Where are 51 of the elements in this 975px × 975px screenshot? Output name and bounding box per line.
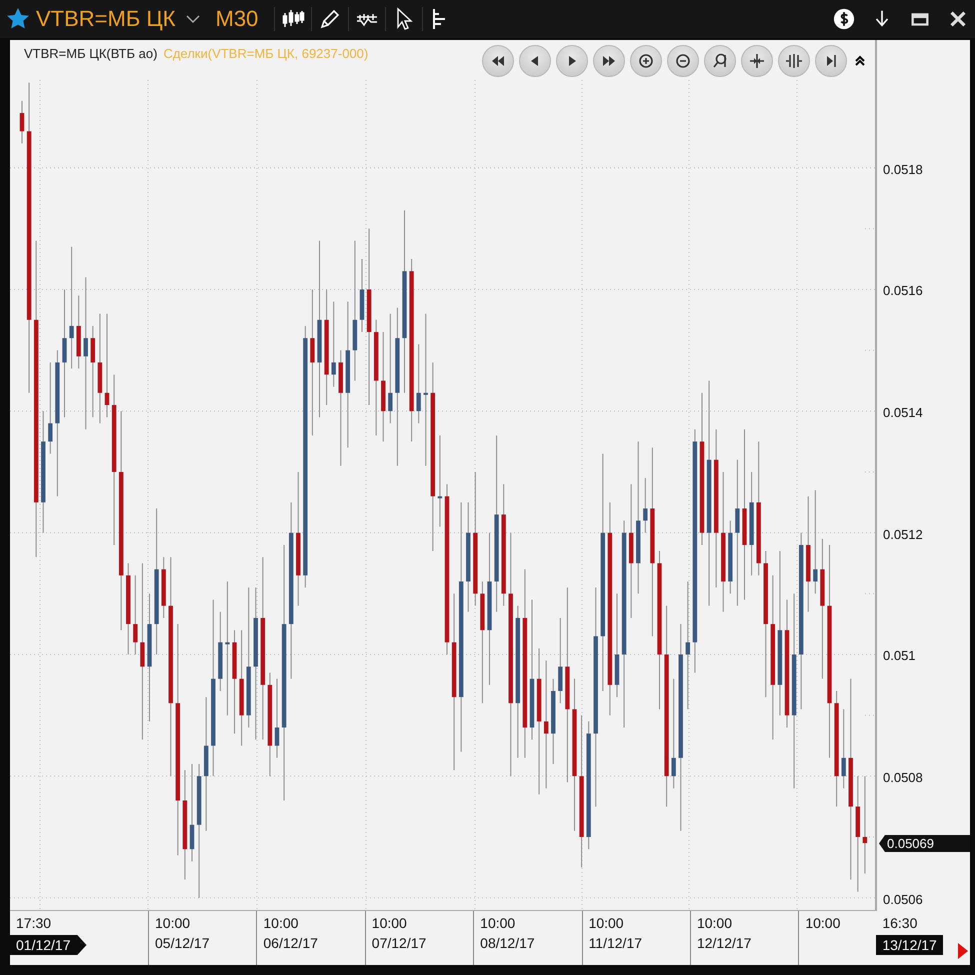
- price-label: 0.0516: [883, 283, 923, 298]
- time-label: 10:00: [480, 915, 516, 931]
- price-label: 0.051: [883, 648, 916, 664]
- date-label: 12/12/17: [696, 935, 752, 951]
- end-date-tag: 13/12/17: [876, 935, 943, 955]
- date-label: 05/12/17: [155, 935, 210, 951]
- timeframe-label[interactable]: M30: [216, 6, 258, 32]
- date-label: 06/12/17: [263, 935, 319, 951]
- time-label: 10:00: [263, 915, 300, 931]
- current-price-tag: 0.05069: [879, 835, 970, 852]
- start-date-tag: 01/12/17: [10, 935, 86, 955]
- time-label: 10:00: [155, 915, 192, 931]
- time-label: 10:00: [805, 915, 842, 931]
- candle: [161, 556, 166, 618]
- time-label: 10:00: [372, 915, 408, 931]
- arrow-right-icon: [958, 943, 968, 959]
- dollar-icon[interactable]: [833, 8, 855, 30]
- candle: [20, 100, 24, 144]
- date-label: 11/12/17: [588, 935, 644, 951]
- price-label: 0.0518: [883, 162, 923, 177]
- end-button[interactable]: [815, 45, 847, 77]
- forward-button[interactable]: [593, 45, 625, 77]
- time-label: 10:00: [588, 915, 625, 931]
- zoom-in-button[interactable]: [630, 45, 662, 77]
- star-icon[interactable]: [6, 7, 30, 31]
- price-label: 0.0506: [883, 892, 923, 907]
- compress-button[interactable]: [741, 45, 773, 77]
- instrument-label: VTBR=МБ ЦК(ВТБ ао): [24, 46, 158, 61]
- zoom-in-icon: [636, 51, 656, 71]
- symbol-title[interactable]: VTBR=МБ ЦК: [36, 6, 176, 32]
- zoom-out-button[interactable]: [667, 45, 699, 77]
- time-label: 10:00: [696, 915, 733, 931]
- time-label: 16:30: [882, 915, 918, 931]
- price-label: 0.0512: [883, 526, 923, 542]
- price-label: 0.0514: [883, 405, 923, 420]
- expand-button[interactable]: [778, 45, 810, 77]
- zoom-fit-button[interactable]: [704, 45, 736, 77]
- date-label: 07/12/17: [372, 935, 428, 951]
- prev-button[interactable]: [519, 45, 551, 77]
- zoom-out-icon: [673, 51, 693, 71]
- series-label: Сделки(VTBR=МБ ЦК, 69237-000): [163, 46, 368, 61]
- date-label: 08/12/17: [480, 935, 536, 951]
- chevron-down-icon[interactable]: [186, 14, 200, 24]
- candle: [643, 478, 648, 534]
- expand-icon: [784, 51, 804, 71]
- compress-icon: [747, 51, 767, 71]
- price-label: 0.0508: [883, 770, 923, 786]
- play-button[interactable]: [556, 45, 588, 77]
- time-label: 17:30: [16, 915, 52, 931]
- collapse-icon[interactable]: [854, 55, 866, 67]
- rewind-button[interactable]: [482, 45, 514, 77]
